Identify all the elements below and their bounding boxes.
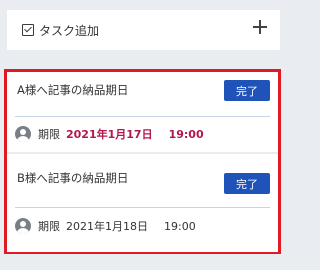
task-title: A様へ記事の納品期日 — [17, 83, 129, 97]
deadline-time: 19:00 — [164, 219, 196, 233]
deadline-date: 2021年1月18日 — [66, 220, 148, 233]
deadline-row: 期限 2021年1月17日 19:00 — [15, 126, 204, 142]
deadline-label: 期限 — [38, 220, 60, 233]
plus-icon[interactable] — [252, 19, 268, 35]
task-list-highlight: A様へ記事の納品期日 完了 期限 2021年1月17日 19:00 B様へ記事の… — [4, 69, 281, 254]
complete-button[interactable]: 完了 — [224, 80, 270, 101]
user-avatar-icon — [15, 218, 31, 234]
complete-button[interactable]: 完了 — [224, 173, 270, 194]
add-task-label: タスク追加 — [39, 23, 100, 38]
task-card: B様へ記事の納品期日 完了 期限 2021年1月18日 19:00 — [7, 154, 278, 252]
task-title: B様へ記事の納品期日 — [17, 171, 129, 185]
task-card: A様へ記事の納品期日 完了 期限 2021年1月17日 19:00 — [7, 72, 278, 152]
user-avatar-icon — [15, 126, 31, 142]
deadline-label: 期限 — [38, 128, 60, 141]
deadline-date: 2021年1月17日 — [66, 128, 153, 141]
divider — [15, 116, 270, 117]
deadline-row: 期限 2021年1月18日 19:00 — [15, 218, 196, 234]
add-task-button[interactable]: タスク追加 — [7, 10, 280, 50]
checkbox-icon — [22, 24, 34, 36]
divider — [15, 207, 270, 208]
deadline-time: 19:00 — [168, 127, 204, 141]
